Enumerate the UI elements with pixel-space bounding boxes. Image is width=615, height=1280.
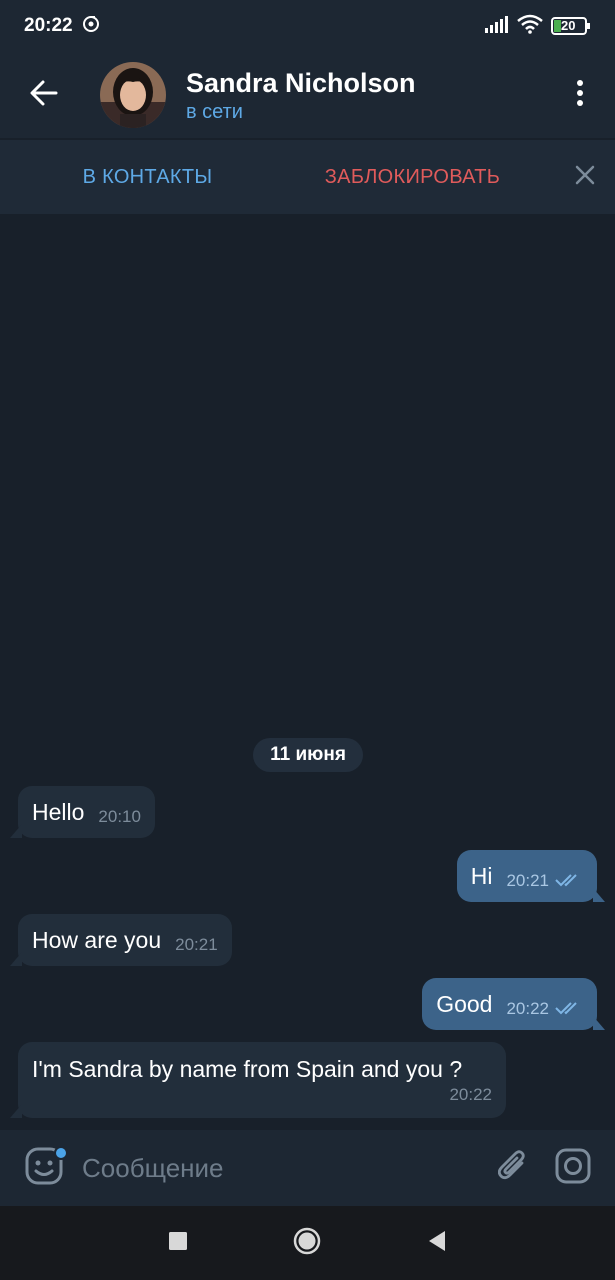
sticker-button[interactable] — [14, 1130, 74, 1206]
arrow-left-icon — [30, 80, 58, 111]
home-button[interactable] — [293, 1227, 321, 1260]
user-info[interactable]: Sandra Nicholson в сети — [186, 67, 416, 124]
signal-icon — [485, 15, 509, 38]
message-text: Hi — [470, 862, 493, 889]
paperclip-icon — [497, 1149, 528, 1188]
back-nav-button[interactable] — [427, 1230, 447, 1257]
message-text: How are you — [32, 926, 162, 953]
message-text: Good — [436, 990, 493, 1017]
message-incoming[interactable]: Hello 20:10 — [10, 786, 155, 838]
new-stickers-dot — [54, 1146, 68, 1160]
message-time: 20:10 — [98, 807, 141, 826]
status-time: 20:22 — [24, 15, 73, 36]
message-outgoing[interactable]: Hi 20:21 — [456, 850, 606, 902]
camera-icon — [555, 1148, 591, 1189]
battery-icon: 20 — [551, 16, 591, 36]
message-time: 20:21 — [506, 871, 549, 890]
contact-action-bar: В КОНТАКТЫ ЗАБЛОКИРОВАТЬ — [0, 140, 615, 214]
contact-status: в сети — [186, 100, 243, 123]
message-text: Hello — [32, 798, 85, 825]
message-incoming[interactable]: I'm Sandra by name from Spain and you ? … — [10, 1042, 506, 1118]
message-outgoing[interactable]: Good 20:22 — [422, 978, 605, 1030]
message-time: 20:22 — [506, 999, 549, 1018]
more-options-button[interactable] — [545, 52, 615, 138]
system-nav-bar — [0, 1206, 615, 1280]
camera-button[interactable] — [543, 1130, 603, 1206]
close-icon — [575, 165, 595, 190]
double-check-icon — [555, 865, 583, 887]
message-composer — [0, 1130, 615, 1206]
status-bar: 20:22 20 — [0, 0, 615, 52]
close-action-bar-button[interactable] — [555, 165, 615, 190]
recent-apps-button[interactable] — [168, 1231, 187, 1255]
message-text: I'm Sandra by name from Spain and you ? — [32, 1056, 463, 1082]
attach-button[interactable] — [483, 1130, 543, 1206]
more-vertical-icon — [576, 79, 584, 112]
block-user-button[interactable]: ЗАБЛОКИРОВАТЬ — [295, 166, 530, 189]
status-right: 20 — [485, 14, 591, 39]
add-contact-button[interactable]: В КОНТАКТЫ — [0, 166, 295, 189]
sync-icon — [81, 14, 101, 39]
battery-level: 20 — [561, 18, 576, 33]
contact-name: Sandra Nicholson — [186, 67, 416, 98]
status-left: 20:22 — [24, 14, 101, 39]
chat-area[interactable]: 11 июня Hello 20:10 Hi 20:21 How are you… — [0, 214, 615, 1128]
message-time: 20:22 — [449, 1085, 492, 1104]
date-separator: 11 июня — [253, 738, 363, 772]
message-time: 20:21 — [175, 935, 218, 954]
chat-header: Sandra Nicholson в сети — [0, 52, 615, 138]
avatar[interactable] — [100, 62, 166, 128]
message-input[interactable] — [82, 1152, 462, 1184]
back-button[interactable] — [0, 52, 88, 138]
double-check-icon — [555, 993, 583, 1015]
wifi-icon — [517, 14, 543, 39]
message-incoming[interactable]: How are you 20:21 — [10, 914, 232, 966]
